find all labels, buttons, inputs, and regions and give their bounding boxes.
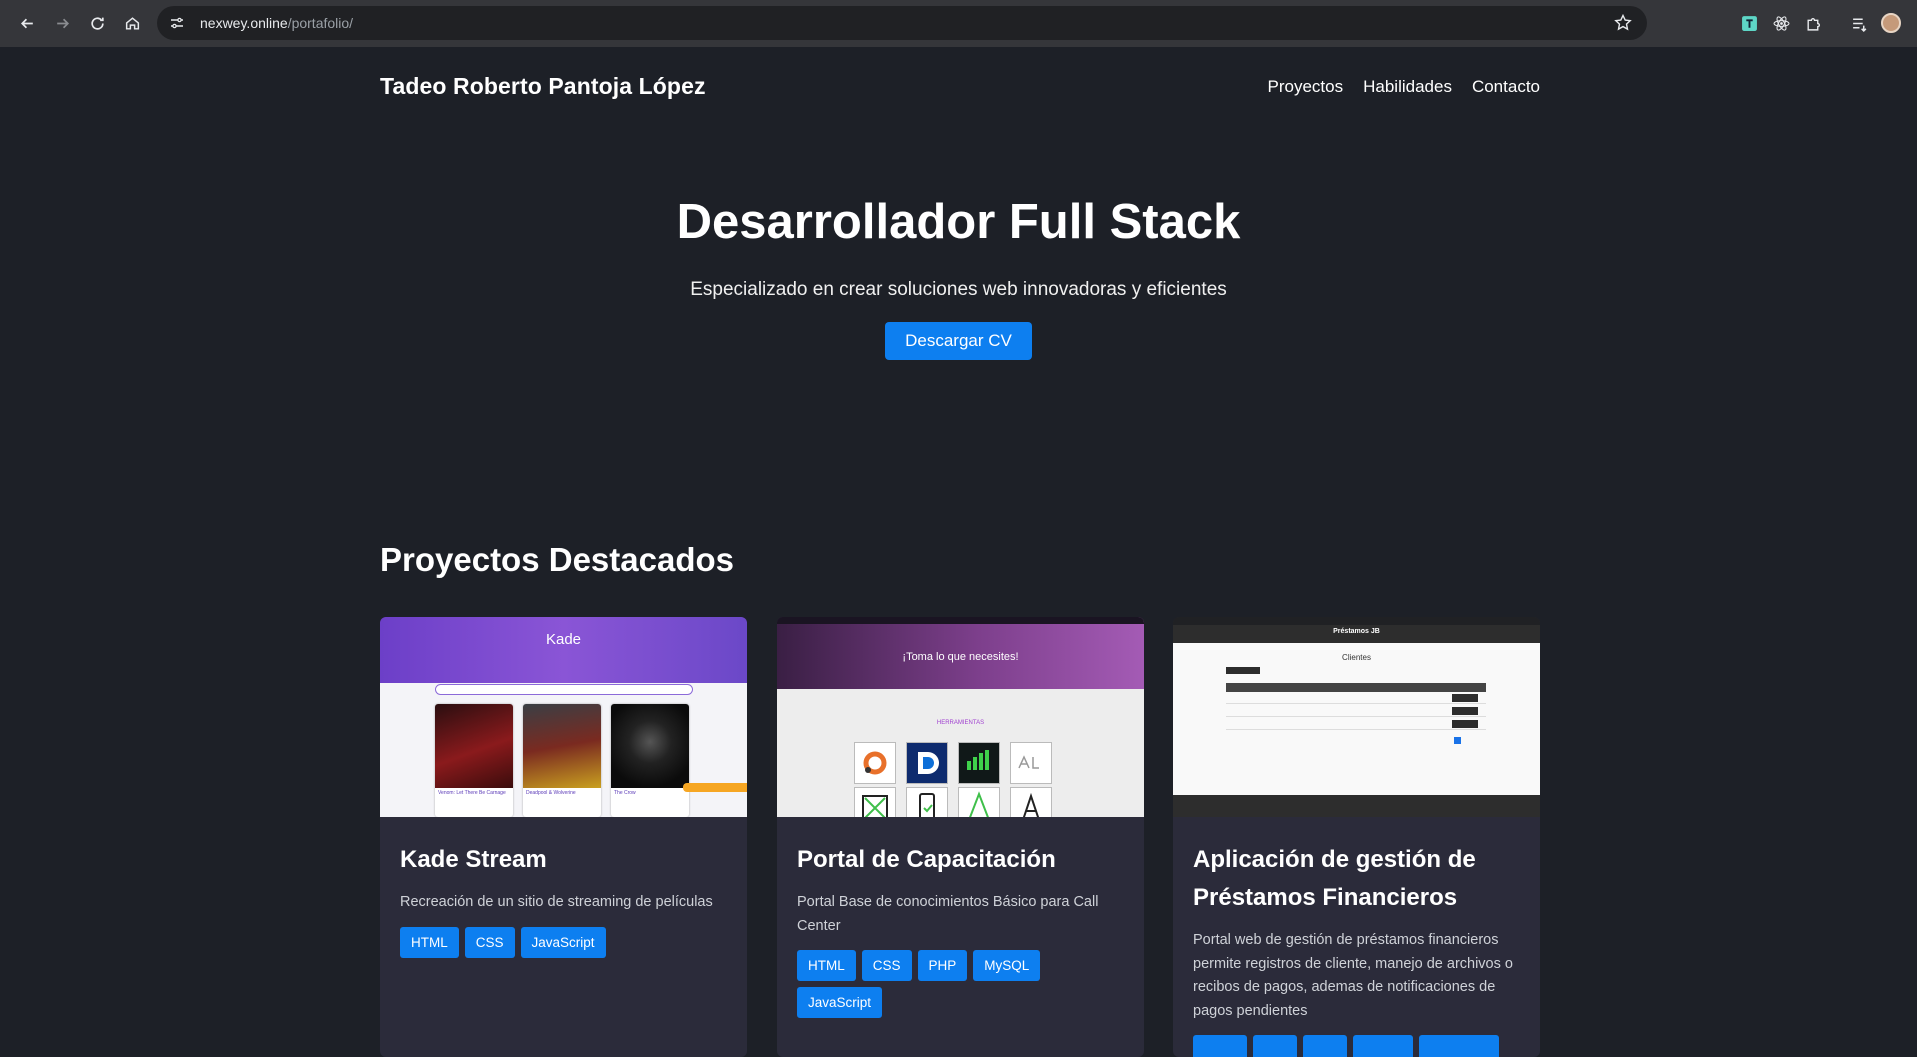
project-description: Recreación de un sitio de streaming de p… [400,894,713,910]
extension-react-button[interactable] [1765,8,1797,38]
project-card-portal-capacitacion[interactable]: ¡Toma lo que necesites! HERRAMIENTAS Por… [777,617,1144,1057]
project-card-kade-stream[interactable]: Kade Venom: Let There Be Carnage Deadpoo… [380,617,747,1057]
back-button[interactable] [12,9,42,39]
poster-card: Deadpool & Wolverine [523,704,601,817]
tool-tile [854,742,896,784]
back-arrow-icon [20,18,33,29]
jb-action-button [1452,694,1478,702]
profile-button[interactable] [1875,8,1907,38]
hero-section: Desarrollador Full Stack Especializado e… [0,192,1917,360]
site-brand[interactable]: Tadeo Roberto Pantoja López [380,73,706,100]
tag [1353,1035,1413,1057]
site-header: Tadeo Roberto Pantoja López Proyectos Ha… [380,73,1540,100]
poster-card: The Crow [611,704,689,817]
forward-arrow-icon [56,18,69,29]
reading-list-button[interactable] [1843,8,1875,38]
nav-link-habilidades[interactable]: Habilidades [1363,77,1452,97]
tag-mysql: MySQL [973,950,1041,981]
poster-card: Venom: Let There Be Carnage [435,704,513,817]
tool-tile [1010,787,1052,817]
jb-table-header [1226,683,1486,692]
browser-toolbar: nexwey.online/portafolio/ [0,0,1917,47]
tag-javascript: JavaScript [797,987,883,1018]
project-description: Portal Base de conocimientos Básico para… [797,894,1099,934]
project-description: Portal web de gestión de préstamos finan… [1193,932,1513,1019]
project-card-prestamos[interactable]: Préstamos JB Clientes Aplicación de gest… [1173,617,1540,1057]
tag [1253,1035,1297,1057]
nav-link-proyectos[interactable]: Proyectos [1268,77,1344,97]
reading-list-icon [1852,18,1866,32]
portal-topbar [777,617,1144,624]
jb-action-button [1452,720,1478,728]
reload-button[interactable] [82,9,112,39]
url-text: nexwey.online/portafolio/ [200,15,353,31]
tool-tile [1010,742,1052,784]
tag-php: PHP [917,950,968,981]
tag [1419,1035,1499,1057]
portal-heading: ¡Toma lo que necesites! [902,651,1019,663]
tag-javascript: JavaScript [520,926,606,958]
tag [1193,1035,1247,1057]
hero-title: Desarrollador Full Stack [676,195,1241,249]
project-title: Portal de Capacitación [797,846,1056,873]
download-cv-button[interactable]: Descargar CV [885,322,1032,360]
kade-banner [380,617,747,683]
site-settings-icon[interactable] [166,12,188,34]
tag-html: HTML [797,950,856,981]
address-bar[interactable]: nexwey.online/portafolio/ [157,6,1647,40]
tool-tile [854,787,896,817]
bookmark-star-icon[interactable] [1613,13,1633,33]
project-title: Kade Stream [400,846,547,873]
react-atom-icon [1773,15,1789,31]
project-thumbnail[interactable]: Kade Venom: Let There Be Carnage Deadpoo… [380,617,747,817]
table-row [1226,706,1486,717]
extension-t-icon [1741,15,1757,31]
project-title: Aplicación de gestión de Préstamos Finan… [1193,846,1476,911]
project-tags: HTML CSS PHP MySQL JavaScript [797,950,1124,1018]
extensions-menu-button[interactable] [1797,8,1829,38]
project-tags: HTML CSS JavaScript [400,926,727,958]
jb-browser-bar [1173,617,1540,625]
jb-pagination [1454,737,1461,744]
home-button[interactable] [117,9,147,39]
extension-t-button[interactable] [1733,8,1765,38]
tool-tile [906,742,948,784]
tool-tile [958,742,1000,784]
kade-site-title: Kade [545,631,582,648]
tool-tile [958,787,1000,817]
portal-section-label: HERRAMIENTAS [936,720,985,726]
tool-tile [906,787,948,817]
forward-button[interactable] [47,9,77,39]
home-icon [125,17,139,30]
table-row [1226,719,1486,730]
reload-icon [90,17,104,30]
url-host: nexwey.online [200,15,288,31]
profile-avatar [1881,13,1901,33]
jb-action-button [1452,707,1478,715]
kade-notice-badge [683,783,747,792]
tag-html: HTML [400,926,459,958]
projects-section-title: Proyectos Destacados [380,541,734,578]
jb-add-button [1226,667,1260,674]
table-row [1226,693,1486,704]
project-tags [1193,1035,1520,1057]
hero-subtitle: Especializado en crear soluciones web in… [690,279,1227,300]
jb-footer [1173,795,1540,817]
main-nav: Proyectos Habilidades Contacto [1268,77,1540,97]
jb-site-title: Préstamos JB [1333,628,1380,635]
project-thumbnail[interactable]: ¡Toma lo que necesites! HERRAMIENTAS [777,617,1144,817]
tag-css: CSS [861,950,912,981]
nav-link-contacto[interactable]: Contacto [1472,77,1540,97]
kade-search-bar [435,684,693,695]
url-path: /portafolio/ [287,15,354,31]
tag [1303,1035,1347,1057]
jb-page-title: Clientes [1342,653,1371,662]
puzzle-piece-icon [1806,17,1820,31]
project-thumbnail[interactable]: Préstamos JB Clientes [1173,617,1540,817]
tag-css: CSS [464,926,515,958]
extensions-area [1733,8,1907,38]
